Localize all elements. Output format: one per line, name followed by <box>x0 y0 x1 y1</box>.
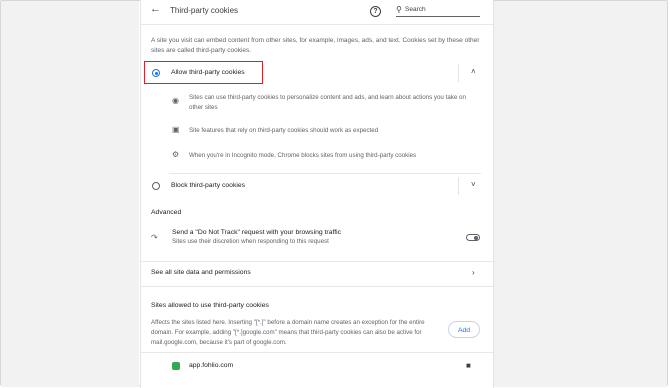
allowed-sites-description: Affects the sites listed here. Inserting… <box>151 319 425 346</box>
page-icon: ▣ <box>172 125 180 134</box>
page-title: Third-party cookies <box>170 6 239 15</box>
allow-detail-1: Sites can use third-party cookies to per… <box>189 94 466 111</box>
settings-panel: ← Third-party cookies ? ⚲ Search A site … <box>140 0 494 388</box>
back-arrow-icon[interactable]: ← <box>150 3 161 15</box>
allow-detail-2: Site features that rely on third-party c… <box>189 127 379 134</box>
left-gutter <box>1 1 139 387</box>
dnt-title: Send a "Do Not Track" request with your … <box>172 229 342 236</box>
chevron-down-icon[interactable]: ˅ <box>471 180 476 189</box>
do-not-track-icon: ↷ <box>151 233 158 242</box>
section-divider-2 <box>141 286 493 287</box>
chevron-right-icon[interactable]: › <box>472 268 475 277</box>
allow-separator <box>458 64 459 82</box>
header-divider <box>141 24 493 25</box>
allowed-sites-heading: Sites allowed to use third-party cookies <box>151 302 269 309</box>
dnt-toggle[interactable] <box>466 234 480 241</box>
cookie-icon: ◉ <box>172 96 179 105</box>
incognito-icon: ⚙ <box>172 150 180 159</box>
intro-text: A site you visit can embed content from … <box>151 37 480 54</box>
option-divider <box>169 173 481 174</box>
allow-detail-3: When you're in Incognito mode, Chrome bl… <box>189 152 417 159</box>
block-radio[interactable] <box>152 182 160 190</box>
chevron-up-icon[interactable]: ˄ <box>471 67 476 76</box>
search-placeholder: Search <box>405 6 426 13</box>
site-list-item: app.fohlio.com <box>189 362 234 369</box>
dnt-subtitle: Sites use their discretion when respondi… <box>172 238 329 245</box>
right-gutter <box>491 1 667 387</box>
advanced-heading: Advanced <box>151 209 182 216</box>
search-icon: ⚲ <box>396 5 402 14</box>
site-favicon-icon <box>172 362 180 370</box>
list-divider <box>141 352 493 353</box>
section-divider <box>141 261 493 262</box>
help-icon[interactable]: ? <box>370 6 381 17</box>
delete-icon[interactable]: ■ <box>466 361 471 370</box>
search-input[interactable]: ⚲ Search <box>396 5 480 17</box>
add-site-button[interactable]: Add <box>448 321 480 338</box>
block-label[interactable]: Block third-party cookies <box>171 182 245 189</box>
allow-label[interactable]: Allow third-party cookies <box>171 69 245 76</box>
allow-radio[interactable] <box>152 69 160 77</box>
see-all-link[interactable]: See all site data and permissions <box>151 269 251 276</box>
block-separator <box>458 177 459 195</box>
